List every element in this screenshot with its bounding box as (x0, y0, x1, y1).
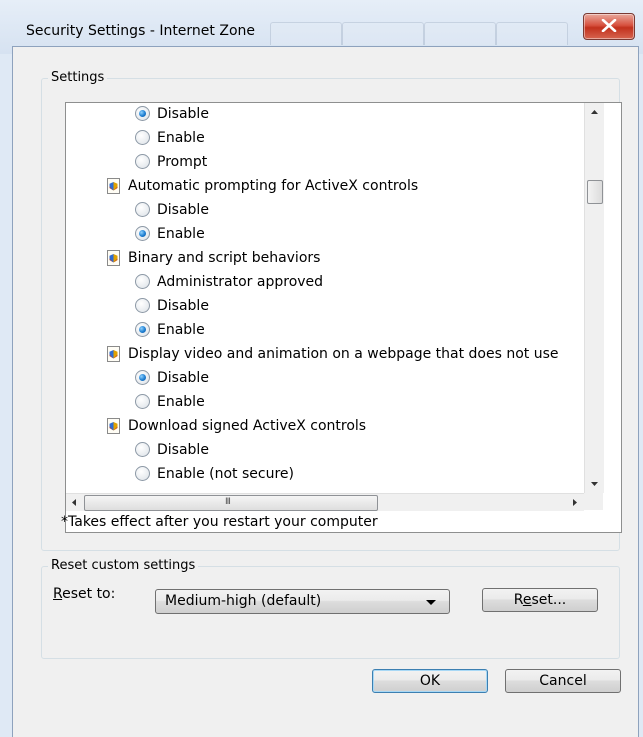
settings-page-icon (107, 178, 120, 194)
radio-button[interactable] (135, 154, 150, 169)
reset-button[interactable]: Reset... (482, 588, 598, 612)
scroll-grip: III (225, 497, 231, 507)
settings-page-icon (107, 346, 120, 362)
radio-button[interactable] (135, 130, 150, 145)
scroll-left-button[interactable] (66, 494, 83, 511)
vertical-scroll-thumb[interactable] (587, 180, 603, 204)
reset-level-value: Medium-high (default) (165, 593, 322, 609)
category-label: Binary and script behaviors (128, 250, 321, 266)
vertical-scrollbar[interactable] (584, 103, 604, 493)
category-label: Display video and animation on a webpage… (128, 346, 559, 362)
scroll-right-button[interactable] (566, 494, 583, 511)
option-label: Disable (157, 442, 209, 458)
radio-button[interactable] (135, 298, 150, 313)
option-label: Enable (157, 130, 205, 146)
radio-button[interactable] (135, 370, 150, 385)
horizontal-scrollbar[interactable]: III (66, 493, 584, 511)
scroll-left-icon (72, 499, 76, 506)
category-label: Download signed ActiveX controls (128, 418, 367, 434)
dialog-body: Settings Disable Enable Prompt Automatic pr… (12, 46, 639, 737)
close-button[interactable] (583, 13, 635, 40)
settings-tree-rows: Disable Enable Prompt Automatic prompting f… (66, 103, 584, 493)
settings-page-icon (107, 250, 120, 266)
background-tabs (270, 22, 600, 45)
scroll-up-icon (591, 110, 598, 114)
settings-tree[interactable]: Disable Enable Prompt Automatic prompting f… (65, 102, 622, 533)
radio-button[interactable] (135, 442, 150, 457)
scroll-down-button[interactable] (585, 475, 604, 492)
option-label: Disable (157, 298, 209, 314)
option-label: Prompt (157, 154, 208, 170)
ok-button[interactable]: OK (372, 669, 488, 693)
radio-button[interactable] (135, 394, 150, 409)
chevron-down-icon (426, 600, 436, 605)
reset-group-label: Reset custom settings (48, 558, 199, 573)
radio-button[interactable] (135, 106, 150, 121)
reset-level-select[interactable]: Medium-high (default) (155, 589, 450, 614)
radio-button[interactable] (135, 322, 150, 337)
close-icon (601, 19, 617, 32)
scroll-down-icon (591, 482, 598, 486)
settings-page-icon (107, 418, 120, 434)
horizontal-scroll-thumb[interactable]: III (84, 495, 378, 511)
reset-to-label: Reset to: (53, 586, 116, 602)
option-label: Disable (157, 202, 209, 218)
option-label: Enable (not secure) (157, 466, 294, 482)
scroll-up-button[interactable] (585, 103, 604, 120)
scrollbar-corner (584, 493, 603, 510)
option-label: Enable (157, 226, 205, 242)
category-label: Automatic prompting for ActiveX controls (128, 178, 419, 194)
window-title: Security Settings - Internet Zone (26, 23, 255, 39)
restart-note: *Takes effect after you restart your com… (61, 514, 378, 530)
cancel-button[interactable]: Cancel (505, 669, 621, 693)
radio-button[interactable] (135, 226, 150, 241)
security-settings-window: Security Settings - Internet Zone Settin… (0, 0, 643, 737)
scroll-right-icon (573, 499, 577, 506)
radio-button[interactable] (135, 202, 150, 217)
option-label: Enable (157, 394, 205, 410)
settings-group-label: Settings (48, 70, 108, 85)
radio-button[interactable] (135, 466, 150, 481)
radio-button[interactable] (135, 274, 150, 289)
option-label: Disable (157, 370, 209, 386)
option-label: Enable (157, 322, 205, 338)
option-label: Administrator approved (157, 274, 324, 290)
option-label: Disable (157, 106, 209, 122)
